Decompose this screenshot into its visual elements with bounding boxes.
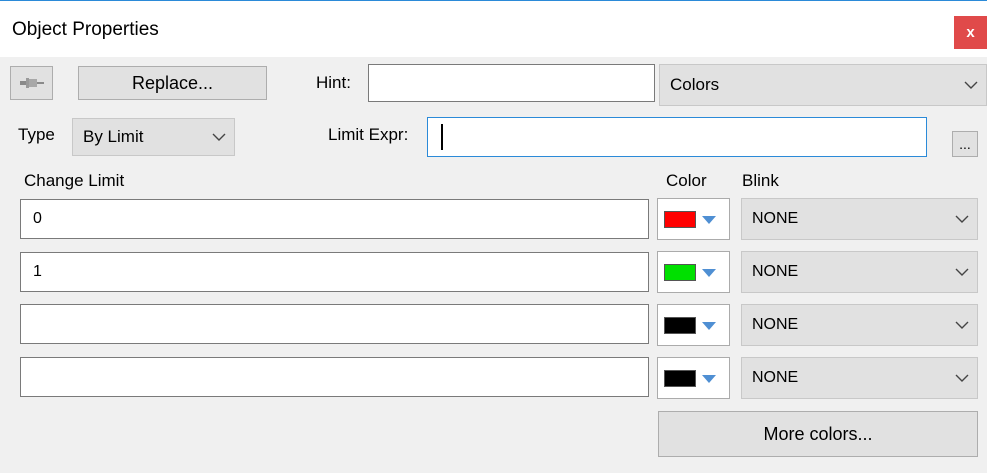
blink-select[interactable]: NONE [741,357,978,399]
blink-select-value: NONE [752,316,799,333]
colors-select[interactable]: Colors [659,64,987,106]
type-label: Type [18,125,55,144]
chevron-down-icon [956,80,986,90]
browse-button[interactable]: ... [952,131,978,157]
limit-expr-input[interactable] [427,117,927,157]
color-picker-button[interactable] [657,198,730,240]
color-picker-button[interactable] [657,357,730,399]
pin-icon [19,78,44,88]
limit-input[interactable] [20,304,649,344]
color-picker-button[interactable] [657,304,730,346]
color-swatch [664,211,696,228]
close-icon: x [966,24,975,41]
blink-select[interactable]: NONE [741,251,978,293]
dropdown-arrow-icon [702,216,716,224]
hint-label: Hint: [316,73,351,92]
color-swatch [664,264,696,281]
more-colors-button[interactable]: More colors... [658,411,978,457]
colors-select-value: Colors [670,75,720,94]
chevron-down-icon [947,373,977,383]
limit-input[interactable] [20,357,649,397]
chevron-down-icon [947,214,977,224]
color-header: Color [666,171,707,190]
limit-expr-label: Limit Expr: [328,125,409,144]
blink-select-value: NONE [752,369,799,386]
limit-input[interactable]: 0 [20,199,649,239]
window-title: Object Properties [12,19,159,40]
blink-select-value: NONE [752,210,799,227]
blink-header: Blink [742,171,779,190]
color-swatch [664,317,696,334]
hint-input[interactable] [368,64,655,102]
dropdown-arrow-icon [702,375,716,383]
dropdown-arrow-icon [702,269,716,277]
blink-select[interactable]: NONE [741,198,978,240]
change-limit-header: Change Limit [24,171,125,190]
close-button[interactable]: x [954,16,987,49]
pin-button[interactable] [10,66,53,100]
type-select-value: By Limit [83,127,144,146]
chevron-down-icon [947,320,977,330]
dropdown-arrow-icon [702,322,716,330]
chevron-down-icon [947,267,977,277]
limit-input[interactable]: 1 [20,252,649,292]
chevron-down-icon [204,132,234,142]
color-picker-button[interactable] [657,251,730,293]
replace-button[interactable]: Replace... [78,66,267,100]
blink-select[interactable]: NONE [741,304,978,346]
blink-select-value: NONE [752,263,799,280]
text-caret [441,124,443,150]
color-swatch [664,370,696,387]
type-select[interactable]: By Limit [72,118,235,156]
